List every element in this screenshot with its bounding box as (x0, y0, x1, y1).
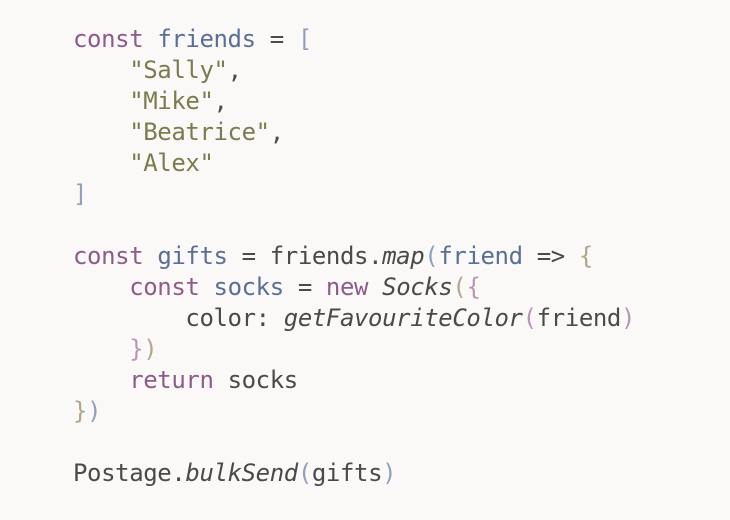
code-token: ) (382, 459, 397, 487)
code-token: ) (87, 397, 102, 425)
code-token: const (129, 273, 200, 301)
code-line: "Alex" (73, 148, 635, 179)
code-token: ( (522, 304, 537, 332)
code-token: ) (620, 304, 636, 332)
code-token: ] (73, 180, 88, 208)
code-token: socks (213, 273, 285, 301)
code-token: } (129, 335, 144, 363)
code-token: "Mike" (129, 87, 214, 115)
code-token: Postage. (73, 459, 186, 487)
code-token: getFavouriteColor (283, 304, 523, 332)
code-token: = (283, 273, 326, 301)
code-token: const (73, 242, 144, 270)
code-token: "Beatrice" (129, 118, 270, 146)
code-line: Postage.bulkSend(gifts) (73, 458, 635, 489)
code-line: }) (73, 396, 635, 427)
code-token: "Alex" (129, 149, 214, 177)
code-token: = (227, 242, 270, 270)
code-token: } (73, 397, 88, 425)
code-token: friend (438, 242, 523, 270)
code-token: "Sally" (129, 56, 228, 84)
code-line: const gifts = friends.map(friend => { (73, 241, 635, 272)
code-editor: const friends = [ "Sally", "Mike", "Beat… (73, 24, 635, 489)
code-line: }) (73, 334, 635, 365)
code-line: "Beatrice", (73, 117, 635, 148)
code-token: ) (143, 335, 158, 363)
code-token: color: (185, 304, 284, 332)
code-token: new (325, 273, 369, 301)
code-line: "Sally", (73, 55, 635, 86)
code-token: , (269, 118, 284, 146)
code-token: ( (452, 273, 467, 301)
code-token: Socks (382, 273, 453, 301)
code-token: const (73, 25, 144, 53)
code-token: return (129, 366, 214, 394)
code-line: const socks = new Socks({ (73, 272, 635, 303)
code-token: map (382, 242, 425, 270)
code-line: "Mike", (73, 86, 635, 117)
code-token: ( (424, 242, 439, 270)
code-line: return socks (73, 365, 635, 396)
code-line: color: getFavouriteColor(friend) (73, 303, 635, 334)
code-token: { (466, 273, 481, 301)
code-token: , (227, 56, 242, 84)
code-token: gifts (311, 459, 383, 487)
code-token: ( (297, 459, 312, 487)
code-token: gifts (157, 242, 228, 270)
code-token: friends. (269, 242, 383, 270)
code-token: bulkSend (185, 459, 298, 487)
code-line: const friends = [ (73, 24, 635, 55)
code-token: friend (536, 304, 622, 332)
code-token: friends (157, 25, 256, 53)
code-token: socks (227, 366, 299, 394)
code-token: { (578, 242, 593, 270)
code-token: , (213, 87, 228, 115)
code-token: => (522, 242, 579, 270)
code-token: [ (297, 25, 312, 53)
code-line: ] (73, 179, 635, 210)
code-token: = (255, 25, 298, 53)
